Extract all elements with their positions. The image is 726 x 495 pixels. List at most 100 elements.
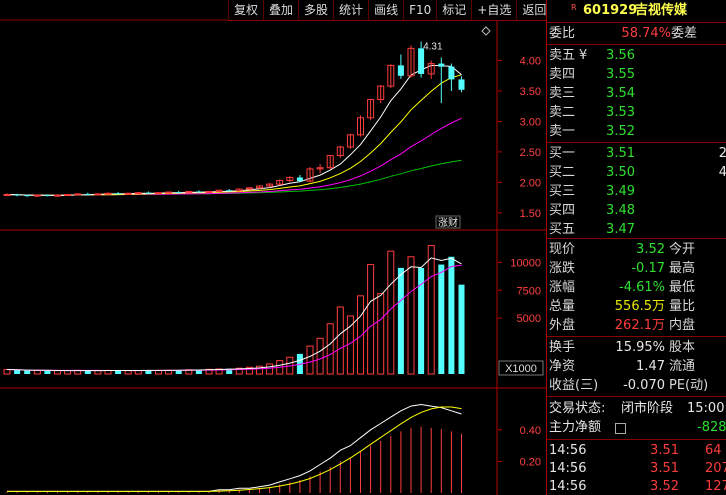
buy-level-label: 买二 — [549, 165, 576, 180]
candle-body — [155, 192, 162, 195]
buy-level-label: 买四 — [549, 203, 576, 218]
main-flow-label: 主力净额 — [549, 420, 602, 435]
volume-bar — [316, 337, 324, 375]
f10-button[interactable]: F10 — [403, 0, 436, 20]
stat2-label-2: 股本 — [669, 340, 696, 355]
price-tick-label: 2.00 — [520, 177, 541, 189]
buy-level-qty: 4 — [719, 164, 726, 182]
volume-unit-label: X1000 — [505, 363, 537, 375]
buy-level-price: 3.49 — [606, 184, 635, 199]
candle-body — [134, 192, 142, 195]
weibi-label: 委比 — [549, 26, 576, 41]
candle-body — [175, 192, 182, 194]
trade-status-row: 交易状态: 闭市阶段 15:00 — [547, 400, 726, 418]
buy-level-label: 买一 — [549, 146, 576, 161]
stat2-row: 净资 1.47 流通 — [547, 358, 726, 376]
stat-value: 3.52 — [636, 242, 665, 257]
candle-body — [458, 79, 465, 90]
stat-label-2: 最低 — [669, 280, 696, 295]
statistics-button[interactable]: 统计 — [333, 0, 368, 20]
indicator-tick-label: 0.40 — [520, 425, 541, 437]
stat-row: 总量 556.5万 量比 — [547, 298, 726, 316]
stat-row: 涨跌 -0.17 最高 — [547, 260, 726, 278]
indicator-tick-label: 0.20 — [520, 456, 541, 468]
sell-level-row: 卖二 3.53 — [547, 104, 726, 122]
sell-level-price: 3.53 — [606, 105, 635, 120]
candle-body — [94, 193, 102, 196]
volume-bar — [377, 293, 385, 375]
candle-body — [33, 194, 41, 197]
volume-bar — [458, 284, 465, 374]
stat2-value: 1.47 — [636, 359, 665, 374]
buy-level-price: 3.48 — [606, 203, 635, 218]
candle-body — [205, 190, 213, 193]
tick-price: 3.51 — [650, 461, 679, 476]
candle-body — [14, 194, 21, 196]
volume-bar — [84, 370, 91, 374]
stat-label: 总量 — [549, 299, 576, 314]
stock-header: R 601929 吉视传媒 — [547, 2, 726, 20]
kline-chart-area[interactable]: 4.00 3.50 3.00 2.50 2.00 1.50 4.31 涨财 10000 7500 5… — [0, 0, 552, 495]
news-badge-label: 涨财 — [438, 216, 458, 229]
price-tick-label: 4.00 — [520, 56, 541, 68]
multi-stock-button[interactable]: 多股 — [298, 0, 333, 20]
volume-bar — [448, 256, 455, 374]
stat-label-2: 最高 — [669, 261, 696, 276]
sell-level-label: 卖二 — [549, 105, 576, 120]
mark-button[interactable]: 标记 — [436, 0, 471, 20]
buy-level-price: 3.50 — [606, 165, 635, 180]
fuquan-button[interactable]: 复权 — [228, 0, 263, 20]
volume-bar — [3, 369, 11, 375]
stat-row: 外盘 262.1万 内盘 — [547, 317, 726, 335]
volume-tick-label: 5000 — [517, 313, 541, 325]
stat-label-2: 内盘 — [669, 318, 696, 333]
candle-body — [195, 191, 202, 193]
ma60-line — [6, 159, 462, 196]
buy-level-row: 买一 3.51 2 — [547, 145, 726, 163]
volume-bar — [94, 370, 102, 375]
sell-level-row: 卖四 3.55 — [547, 66, 726, 84]
stat-row: 现价 3.52 今开 — [547, 241, 726, 259]
volume-bar — [266, 363, 274, 375]
add-watchlist-button[interactable]: +自选 — [471, 0, 516, 20]
overlay-button[interactable]: 叠加 — [263, 0, 298, 20]
candle-body — [145, 192, 152, 194]
buy-level-row: 买四 3.48 — [547, 202, 726, 220]
high-price-label: 4.31 — [423, 42, 443, 53]
volume-bar — [33, 369, 41, 375]
buy-level-row: 买二 3.50 4 — [547, 164, 726, 182]
candle-body — [124, 192, 132, 195]
r-marker-icon: R — [571, 3, 577, 12]
main-flow-row: 主力净额 -8289 — [547, 419, 726, 437]
stat-value: -4.61% — [619, 280, 665, 295]
volume-bar — [387, 250, 395, 375]
candle-body — [64, 194, 72, 197]
buy-level-label: 买三 — [549, 184, 576, 199]
draw-line-button[interactable]: 画线 — [368, 0, 403, 20]
stat2-label-2: PE(动) — [669, 378, 709, 393]
tick-time: 14:56 — [549, 443, 587, 458]
quote-panel: R 601929 吉视传媒 委比 58.74% 委差 卖五 ¥3.56 卖四 3.55… — [546, 0, 726, 495]
sell-level-row: 卖一 3.52 — [547, 123, 726, 141]
weibi-value: 58.74% — [621, 26, 671, 41]
kline-chart[interactable]: 4.00 3.50 3.00 2.50 2.00 1.50 4.31 涨财 10000 7500 5… — [0, 0, 546, 495]
tick-row: 14:56 3.51 207 — [547, 460, 726, 478]
trade-status-label: 交易状态: — [549, 401, 606, 416]
sell-level-label: 卖三 — [549, 86, 576, 101]
sell-level-price: 3.55 — [606, 67, 635, 82]
candle-body — [448, 66, 455, 80]
info-icon[interactable] — [615, 423, 626, 434]
volume-tick-label: 7500 — [517, 285, 541, 297]
volume-tick-label: 10000 — [510, 257, 541, 269]
volume-bar — [427, 245, 435, 375]
stat2-value: -0.070 — [623, 378, 665, 393]
stat-value: -0.17 — [631, 261, 665, 276]
price-tick-label: 3.50 — [520, 86, 541, 98]
volume-bar — [54, 370, 61, 375]
trade-status-value: 闭市阶段 — [621, 401, 674, 416]
stat2-value: 15.95% — [615, 340, 665, 355]
weicha-label: 委差 — [671, 26, 698, 41]
volume-bar — [306, 345, 314, 375]
stat2-label-2: 流通 — [669, 359, 696, 374]
sell-level-row: 卖三 3.54 — [547, 85, 726, 103]
